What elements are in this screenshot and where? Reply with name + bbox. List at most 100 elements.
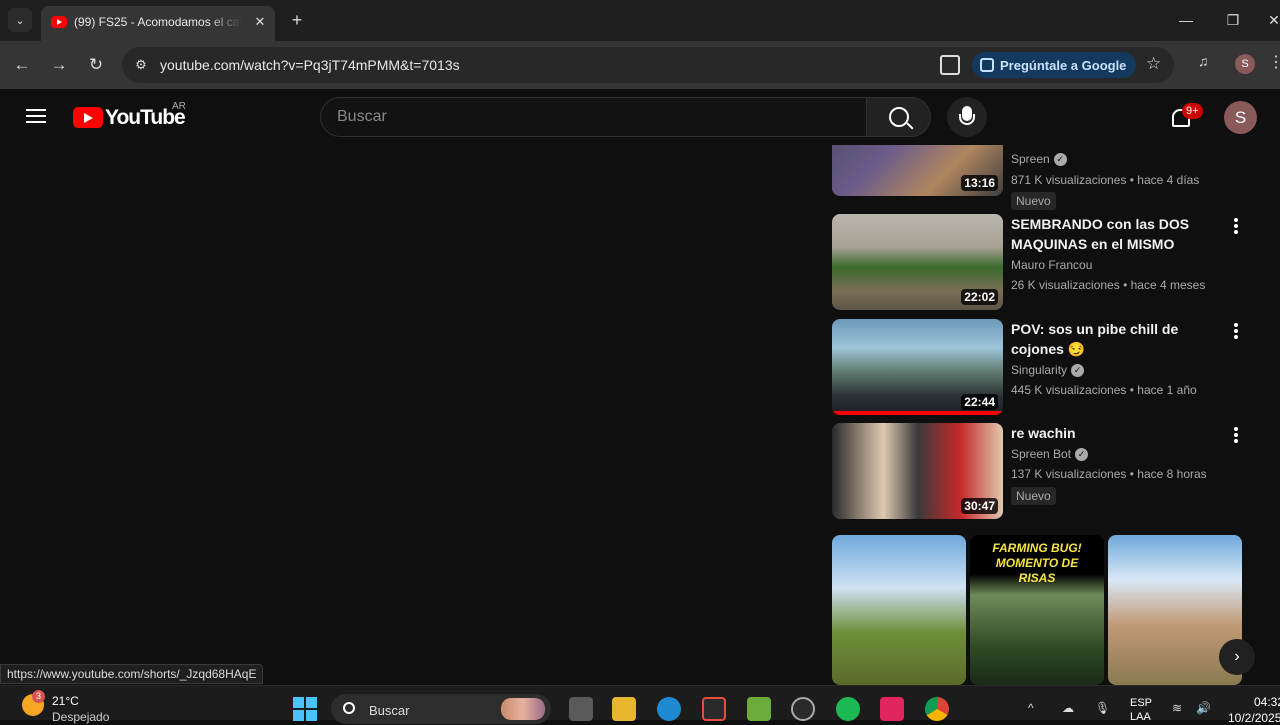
hamburger-menu-icon[interactable]	[24, 105, 48, 129]
video-title[interactable]: re wachin	[1011, 423, 1221, 443]
search-placeholder: Buscar	[337, 108, 387, 125]
wifi-icon[interactable]: ≋	[1172, 701, 1186, 715]
url-text[interactable]: youtube.com/watch?v=Pq3jT74mPMM&t=7013s	[160, 57, 460, 73]
clock-time[interactable]: 04:32	[1254, 695, 1280, 709]
file-explorer-icon[interactable]	[612, 697, 636, 721]
search-button[interactable]	[866, 97, 931, 137]
browser-profile-avatar[interactable]: S	[1235, 54, 1255, 74]
windows-taskbar: 3 21°C Despejado Buscar ^ ☁ 🎙 ESP LAA ≋ …	[0, 685, 1280, 725]
network-status-icon[interactable]: ☁	[1062, 701, 1076, 715]
tiktok-icon[interactable]	[880, 697, 904, 721]
upload-age: hace 4 meses	[1130, 278, 1206, 292]
channel-name: Spreen Bot	[1011, 447, 1072, 461]
task-view-icon[interactable]	[569, 697, 593, 721]
upload-age: hace 1 año	[1137, 383, 1197, 397]
video-thumbnail[interactable]: 13:16	[832, 145, 1003, 196]
view-count: 137 K visualizaciones	[1011, 467, 1127, 481]
video-title[interactable]: POV: sos un pibe chill de cojones 😏	[1011, 319, 1221, 359]
tab-title: (99) FS25 - Acomodamos el campo	[74, 15, 242, 29]
related-video-item[interactable]: 22:44 POV: sos un pibe chill de cojones …	[832, 319, 1252, 415]
search-icon	[889, 107, 909, 127]
shorts-next-chevron-icon[interactable]: ›	[1219, 639, 1255, 675]
clock-date[interactable]: 10/2/2025	[1228, 711, 1280, 725]
video-options-icon[interactable]	[1228, 425, 1244, 445]
tab-close-icon[interactable]: ✕	[251, 13, 269, 31]
verified-check-icon: ✓	[1075, 447, 1089, 461]
search-icon	[343, 702, 355, 714]
site-info-icon[interactable]: ⚙	[130, 54, 152, 76]
video-meta: 26 K visualizaciones • hace 4 meses	[1011, 278, 1206, 292]
input-layout[interactable]: LAA	[1130, 711, 1151, 723]
channel-name: Mauro Francou	[1011, 258, 1093, 272]
short-thumbnail[interactable]	[832, 535, 966, 685]
watch-page-main: 13:16 Spreen ✓ 871 K visualizaciones • h…	[0, 145, 1280, 685]
youtube-header: YouTube AR Buscar 9+ S	[0, 89, 1280, 145]
chrome-icon[interactable]	[925, 697, 949, 721]
youtube-logo[interactable]: YouTube	[73, 106, 186, 130]
video-channel[interactable]: Spreen Bot ✓	[1011, 447, 1089, 461]
related-video-item[interactable]: 30:47 re wachin Spreen Bot ✓ 137 K visua…	[832, 423, 1252, 519]
country-code: AR	[172, 101, 186, 112]
video-thumbnail[interactable]: 22:44	[832, 319, 1003, 415]
video-channel[interactable]: Spreen ✓	[1011, 152, 1067, 166]
forward-arrow-icon[interactable]: →	[47, 53, 71, 77]
browser-tab-strip: ⌄ (99) FS25 - Acomodamos el campo ✕ + — …	[0, 0, 1280, 41]
upload-age: hace 8 horas	[1137, 467, 1207, 481]
back-arrow-icon[interactable]: ←	[10, 53, 34, 77]
account-avatar[interactable]: S	[1224, 101, 1257, 134]
related-video-item[interactable]: 13:16 Spreen ✓ 871 K visualizaciones • h…	[832, 145, 1252, 210]
video-title[interactable]: SEMBRANDO con las DOS MAQUINAS en el MIS…	[1011, 214, 1221, 254]
video-thumbnail[interactable]: 30:47	[832, 423, 1003, 519]
video-duration: 30:47	[961, 498, 998, 514]
voice-search-button[interactable]	[947, 97, 987, 137]
input-language[interactable]: ESP	[1130, 697, 1152, 709]
watch-progress-bar	[832, 411, 1003, 415]
lens-icon	[980, 58, 994, 72]
view-count: 445 K visualizaciones	[1011, 383, 1127, 397]
ask-google-button[interactable]: Pregúntale a Google	[972, 52, 1136, 78]
related-video-item[interactable]: 22:02 SEMBRANDO con las DOS MAQUINAS en …	[832, 214, 1252, 310]
weather-description[interactable]: Despejado	[52, 710, 109, 724]
edge-browser-icon[interactable]	[657, 697, 681, 721]
close-window-icon[interactable]: ✕	[1262, 8, 1280, 32]
ask-google-label: Pregúntale a Google	[1000, 57, 1127, 73]
obs-studio-icon[interactable]	[791, 697, 815, 721]
restore-icon[interactable]: ❐	[1221, 8, 1245, 32]
new-badge: Nuevo	[1011, 487, 1056, 505]
search-input[interactable]: Buscar	[320, 97, 867, 137]
weather-temperature[interactable]: 21°C	[52, 694, 79, 708]
farming-simulator-icon[interactable]	[747, 697, 771, 721]
short-thumbnail[interactable]: FARMING BUG! MOMENTO DE RISAS	[970, 535, 1104, 685]
video-options-icon[interactable]	[1228, 321, 1244, 341]
microphone-icon	[959, 106, 975, 125]
verified-check-icon: ✓	[1053, 152, 1067, 166]
video-channel[interactable]: Singularity ✓	[1011, 363, 1085, 377]
video-thumbnail[interactable]: 22:02	[832, 214, 1003, 310]
microsoft-store-icon[interactable]	[702, 697, 726, 721]
video-options-icon[interactable]	[1228, 216, 1244, 236]
install-app-icon[interactable]	[940, 55, 960, 75]
youtube-play-icon	[73, 107, 103, 128]
browser-menu-icon[interactable]: ⋮	[1268, 52, 1280, 72]
minimize-icon[interactable]: —	[1174, 8, 1198, 32]
media-controls-icon[interactable]: ♫	[1198, 53, 1209, 69]
link-status-bubble: https://www.youtube.com/shorts/_Jzqd68HA…	[0, 664, 264, 684]
new-badge: Nuevo	[1011, 192, 1056, 210]
short-caption: FARMING BUG! MOMENTO DE RISAS	[992, 541, 1082, 585]
new-tab-plus-icon[interactable]: +	[286, 9, 308, 31]
address-bar[interactable]: ⚙ youtube.com/watch?v=Pq3jT74mPMM&t=7013…	[122, 47, 1174, 83]
notification-count-badge: 9+	[1182, 103, 1203, 119]
bookmark-star-icon[interactable]: ☆	[1146, 54, 1161, 74]
microphone-tray-icon[interactable]: 🎙	[1095, 701, 1110, 715]
reload-icon[interactable]: ↻	[84, 53, 108, 77]
tab-search-chevron-icon[interactable]: ⌄	[8, 8, 32, 32]
upload-age: hace 4 días	[1137, 173, 1200, 187]
windows-start-icon[interactable]	[293, 697, 317, 721]
video-channel[interactable]: Mauro Francou	[1011, 258, 1092, 272]
tray-overflow-chevron-icon[interactable]: ^	[1028, 701, 1034, 715]
spotify-icon[interactable]	[836, 697, 860, 721]
active-tab[interactable]: (99) FS25 - Acomodamos el campo ✕	[41, 6, 275, 41]
volume-icon[interactable]: 🔊	[1196, 701, 1211, 715]
taskbar-search-text: Buscar	[369, 703, 410, 718]
channel-name: Spreen	[1011, 152, 1050, 166]
